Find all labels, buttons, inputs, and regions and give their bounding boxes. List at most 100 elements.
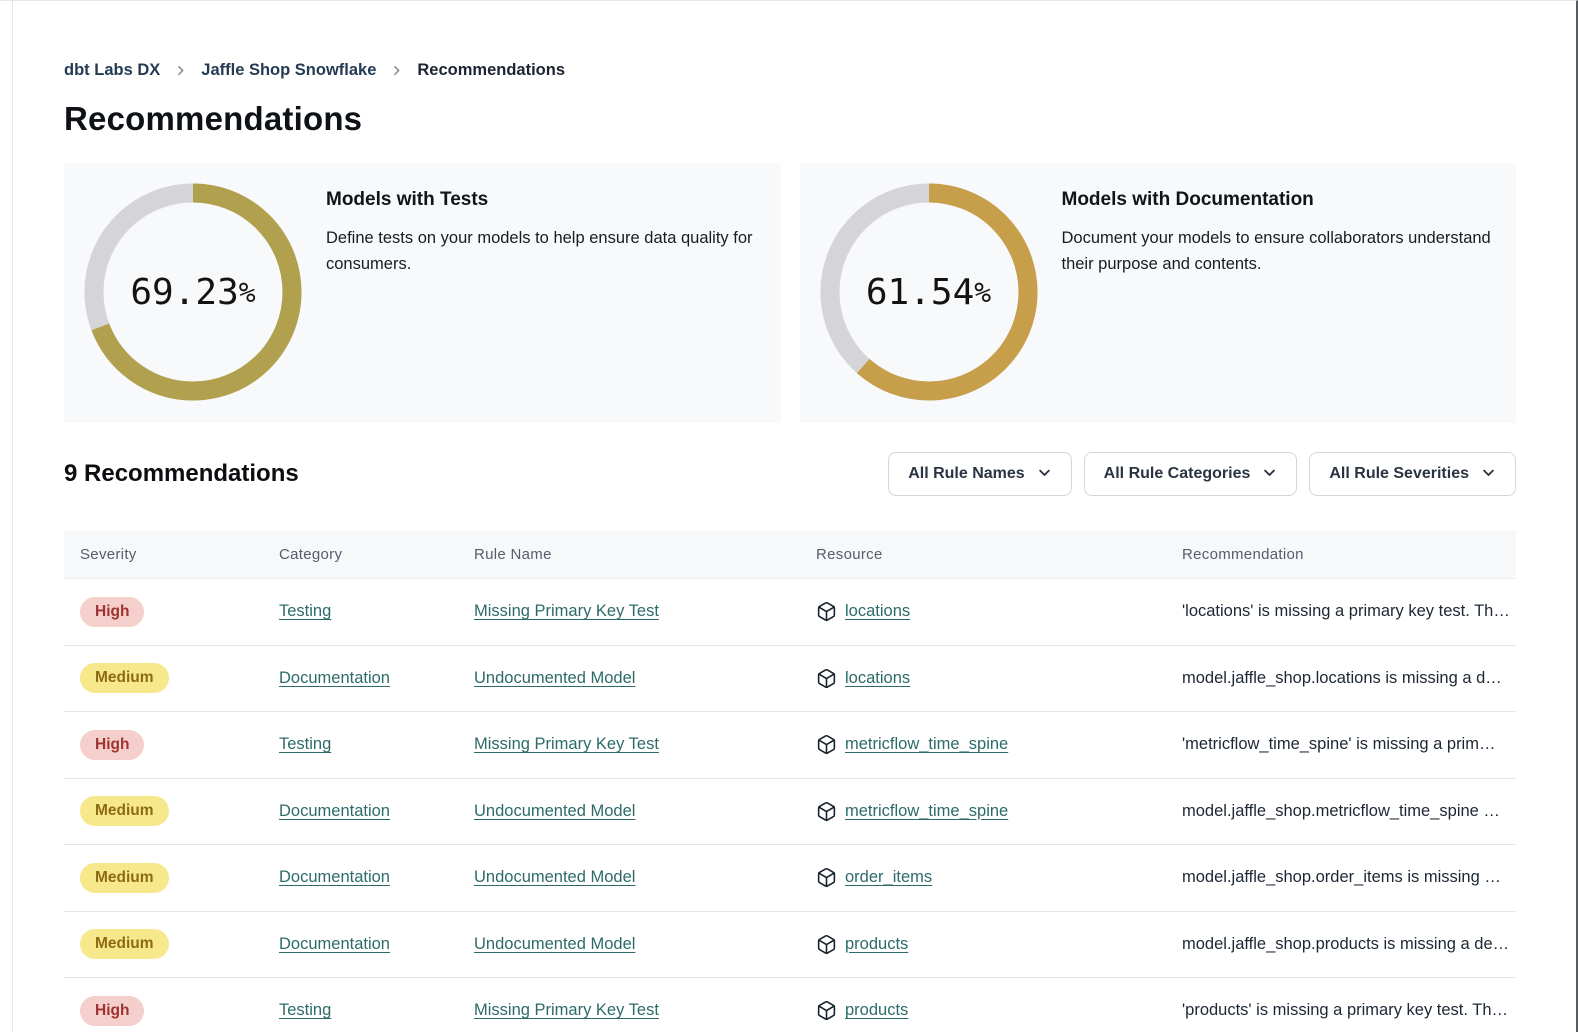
chevron-down-icon bbox=[1481, 464, 1496, 485]
resource-link[interactable]: locations bbox=[845, 669, 910, 688]
card-text: Models with Documentation Document your … bbox=[1062, 183, 1497, 403]
rule-name-cell: Undocumented Model bbox=[458, 935, 800, 954]
recommendations-header: 9 Recommendations All Rule Names All Rul… bbox=[64, 451, 1516, 497]
recommendation-text: model.jaffle_shop.locations is missing a… bbox=[1182, 669, 1508, 687]
recommendation-text: 'locations' is missing a primary key tes… bbox=[1182, 602, 1516, 620]
filter-rule-categories-dropdown[interactable]: All Rule Categories bbox=[1084, 452, 1298, 496]
category-cell: Testing bbox=[263, 735, 458, 754]
recommendation-text: 'products' is missing a primary key test… bbox=[1182, 1001, 1514, 1019]
donut-percentage: 69.23% bbox=[84, 183, 302, 401]
card-title: Models with Documentation bbox=[1062, 189, 1497, 211]
severity-cell: High bbox=[64, 996, 263, 1026]
cube-icon bbox=[816, 1000, 837, 1021]
chevron-right-icon bbox=[174, 64, 187, 77]
category-link[interactable]: Documentation bbox=[279, 935, 390, 953]
rule-name-cell: Missing Primary Key Test bbox=[458, 602, 800, 621]
cube-icon bbox=[816, 867, 837, 888]
rule-name-link[interactable]: Missing Primary Key Test bbox=[474, 602, 659, 620]
main-content: dbt Labs DX Jaffle Shop Snowflake Recomm… bbox=[0, 1, 1576, 1032]
table-row: High Testing Missing Primary Key Test produ… bbox=[64, 978, 1516, 1032]
filter-label: All Rule Severities bbox=[1329, 465, 1469, 483]
card-description: Document your models to ensure collabora… bbox=[1062, 226, 1497, 277]
rule-name-link[interactable]: Missing Primary Key Test bbox=[474, 735, 659, 753]
recommendation-cell: 'metricflow_time_spine' is missing a pri… bbox=[1166, 735, 1516, 754]
resource-link[interactable]: products bbox=[845, 935, 908, 954]
table-row: Medium Documentation Undocumented Model ord… bbox=[64, 845, 1516, 912]
resource-link[interactable]: products bbox=[845, 1001, 908, 1020]
rule-name-link[interactable]: Undocumented Model bbox=[474, 868, 635, 886]
category-cell: Testing bbox=[263, 1001, 458, 1020]
resource-cell: products bbox=[800, 934, 1166, 955]
chevron-down-icon bbox=[1037, 464, 1052, 485]
breadcrumb-item-current: Recommendations bbox=[417, 61, 565, 80]
category-link[interactable]: Testing bbox=[279, 735, 331, 753]
severity-badge: High bbox=[80, 597, 144, 627]
breadcrumb: dbt Labs DX Jaffle Shop Snowflake Recomm… bbox=[64, 1, 1516, 80]
category-cell: Testing bbox=[263, 602, 458, 621]
table-body: High Testing Missing Primary Key Test locat… bbox=[64, 579, 1516, 1032]
filter-rule-names-dropdown[interactable]: All Rule Names bbox=[888, 452, 1071, 496]
chevron-right-icon bbox=[390, 64, 403, 77]
card-models-with-documentation: 61.54% Models with Documentation Documen… bbox=[800, 163, 1517, 423]
table-header-row: Severity Category Rule Name Resource Rec… bbox=[64, 530, 1516, 579]
table-row: High Testing Missing Primary Key Test metri… bbox=[64, 712, 1516, 779]
severity-badge: High bbox=[80, 996, 144, 1026]
category-link[interactable]: Documentation bbox=[279, 802, 390, 820]
chevron-down-icon bbox=[1262, 464, 1277, 485]
card-title: Models with Tests bbox=[326, 189, 761, 211]
resource-link[interactable]: metricflow_time_spine bbox=[845, 802, 1008, 821]
recommendation-cell: model.jaffle_shop.products is missing a … bbox=[1166, 935, 1516, 954]
rule-name-link[interactable]: Undocumented Model bbox=[474, 935, 635, 953]
severity-cell: Medium bbox=[64, 863, 263, 893]
resource-link[interactable]: order_items bbox=[845, 868, 932, 887]
recommendations-table: Severity Category Rule Name Resource Rec… bbox=[64, 530, 1516, 1032]
category-link[interactable]: Documentation bbox=[279, 868, 390, 886]
column-header-rule-name: Rule Name bbox=[458, 546, 800, 563]
rule-name-link[interactable]: Undocumented Model bbox=[474, 669, 635, 687]
recommendation-cell: 'locations' is missing a primary key tes… bbox=[1166, 602, 1516, 621]
severity-cell: High bbox=[64, 597, 263, 627]
breadcrumb-item-environment[interactable]: Jaffle Shop Snowflake bbox=[201, 61, 376, 80]
severity-cell: Medium bbox=[64, 663, 263, 693]
category-cell: Documentation bbox=[263, 669, 458, 688]
recommendation-text: model.jaffle_shop.products is missing a … bbox=[1182, 935, 1515, 953]
resource-link[interactable]: locations bbox=[845, 602, 910, 621]
card-models-with-tests: 69.23% Models with Tests Define tests on… bbox=[64, 163, 781, 423]
resource-cell: products bbox=[800, 1000, 1166, 1021]
cube-icon bbox=[816, 601, 837, 622]
breadcrumb-item-project[interactable]: dbt Labs DX bbox=[64, 61, 160, 80]
rule-name-link[interactable]: Missing Primary Key Test bbox=[474, 1001, 659, 1019]
category-link[interactable]: Testing bbox=[279, 1001, 331, 1019]
category-link[interactable]: Documentation bbox=[279, 669, 390, 687]
column-header-resource: Resource bbox=[800, 546, 1166, 563]
table-row: Medium Documentation Undocumented Model loc… bbox=[64, 646, 1516, 713]
severity-badge: High bbox=[80, 730, 144, 760]
resource-cell: locations bbox=[800, 601, 1166, 622]
category-cell: Documentation bbox=[263, 935, 458, 954]
column-header-severity: Severity bbox=[64, 546, 263, 563]
donut-percentage: 61.54% bbox=[820, 183, 1038, 401]
column-header-recommendation: Recommendation bbox=[1166, 546, 1516, 563]
rule-name-link[interactable]: Undocumented Model bbox=[474, 802, 635, 820]
resource-cell: order_items bbox=[800, 867, 1166, 888]
severity-badge: Medium bbox=[80, 663, 169, 693]
severity-cell: High bbox=[64, 730, 263, 760]
severity-badge: Medium bbox=[80, 796, 169, 826]
severity-cell: Medium bbox=[64, 796, 263, 826]
recommendation-text: model.jaffle_shop.order_items is missing… bbox=[1182, 868, 1507, 886]
card-text: Models with Tests Define tests on your m… bbox=[326, 183, 761, 403]
cube-icon bbox=[816, 934, 837, 955]
page-title: Recommendations bbox=[64, 100, 1516, 138]
rule-name-cell: Missing Primary Key Test bbox=[458, 1001, 800, 1020]
metric-cards: 69.23% Models with Tests Define tests on… bbox=[64, 163, 1516, 423]
filter-rule-severities-dropdown[interactable]: All Rule Severities bbox=[1309, 452, 1516, 496]
category-cell: Documentation bbox=[263, 868, 458, 887]
cube-icon bbox=[816, 734, 837, 755]
table-row: High Testing Missing Primary Key Test locat… bbox=[64, 579, 1516, 646]
resource-link[interactable]: metricflow_time_spine bbox=[845, 735, 1008, 754]
category-cell: Documentation bbox=[263, 802, 458, 821]
category-link[interactable]: Testing bbox=[279, 602, 331, 620]
recommendation-text: 'metricflow_time_spine' is missing a pri… bbox=[1182, 735, 1501, 753]
app-window: dbt Labs DX Jaffle Shop Snowflake Recomm… bbox=[0, 0, 1578, 1032]
cube-icon bbox=[816, 668, 837, 689]
